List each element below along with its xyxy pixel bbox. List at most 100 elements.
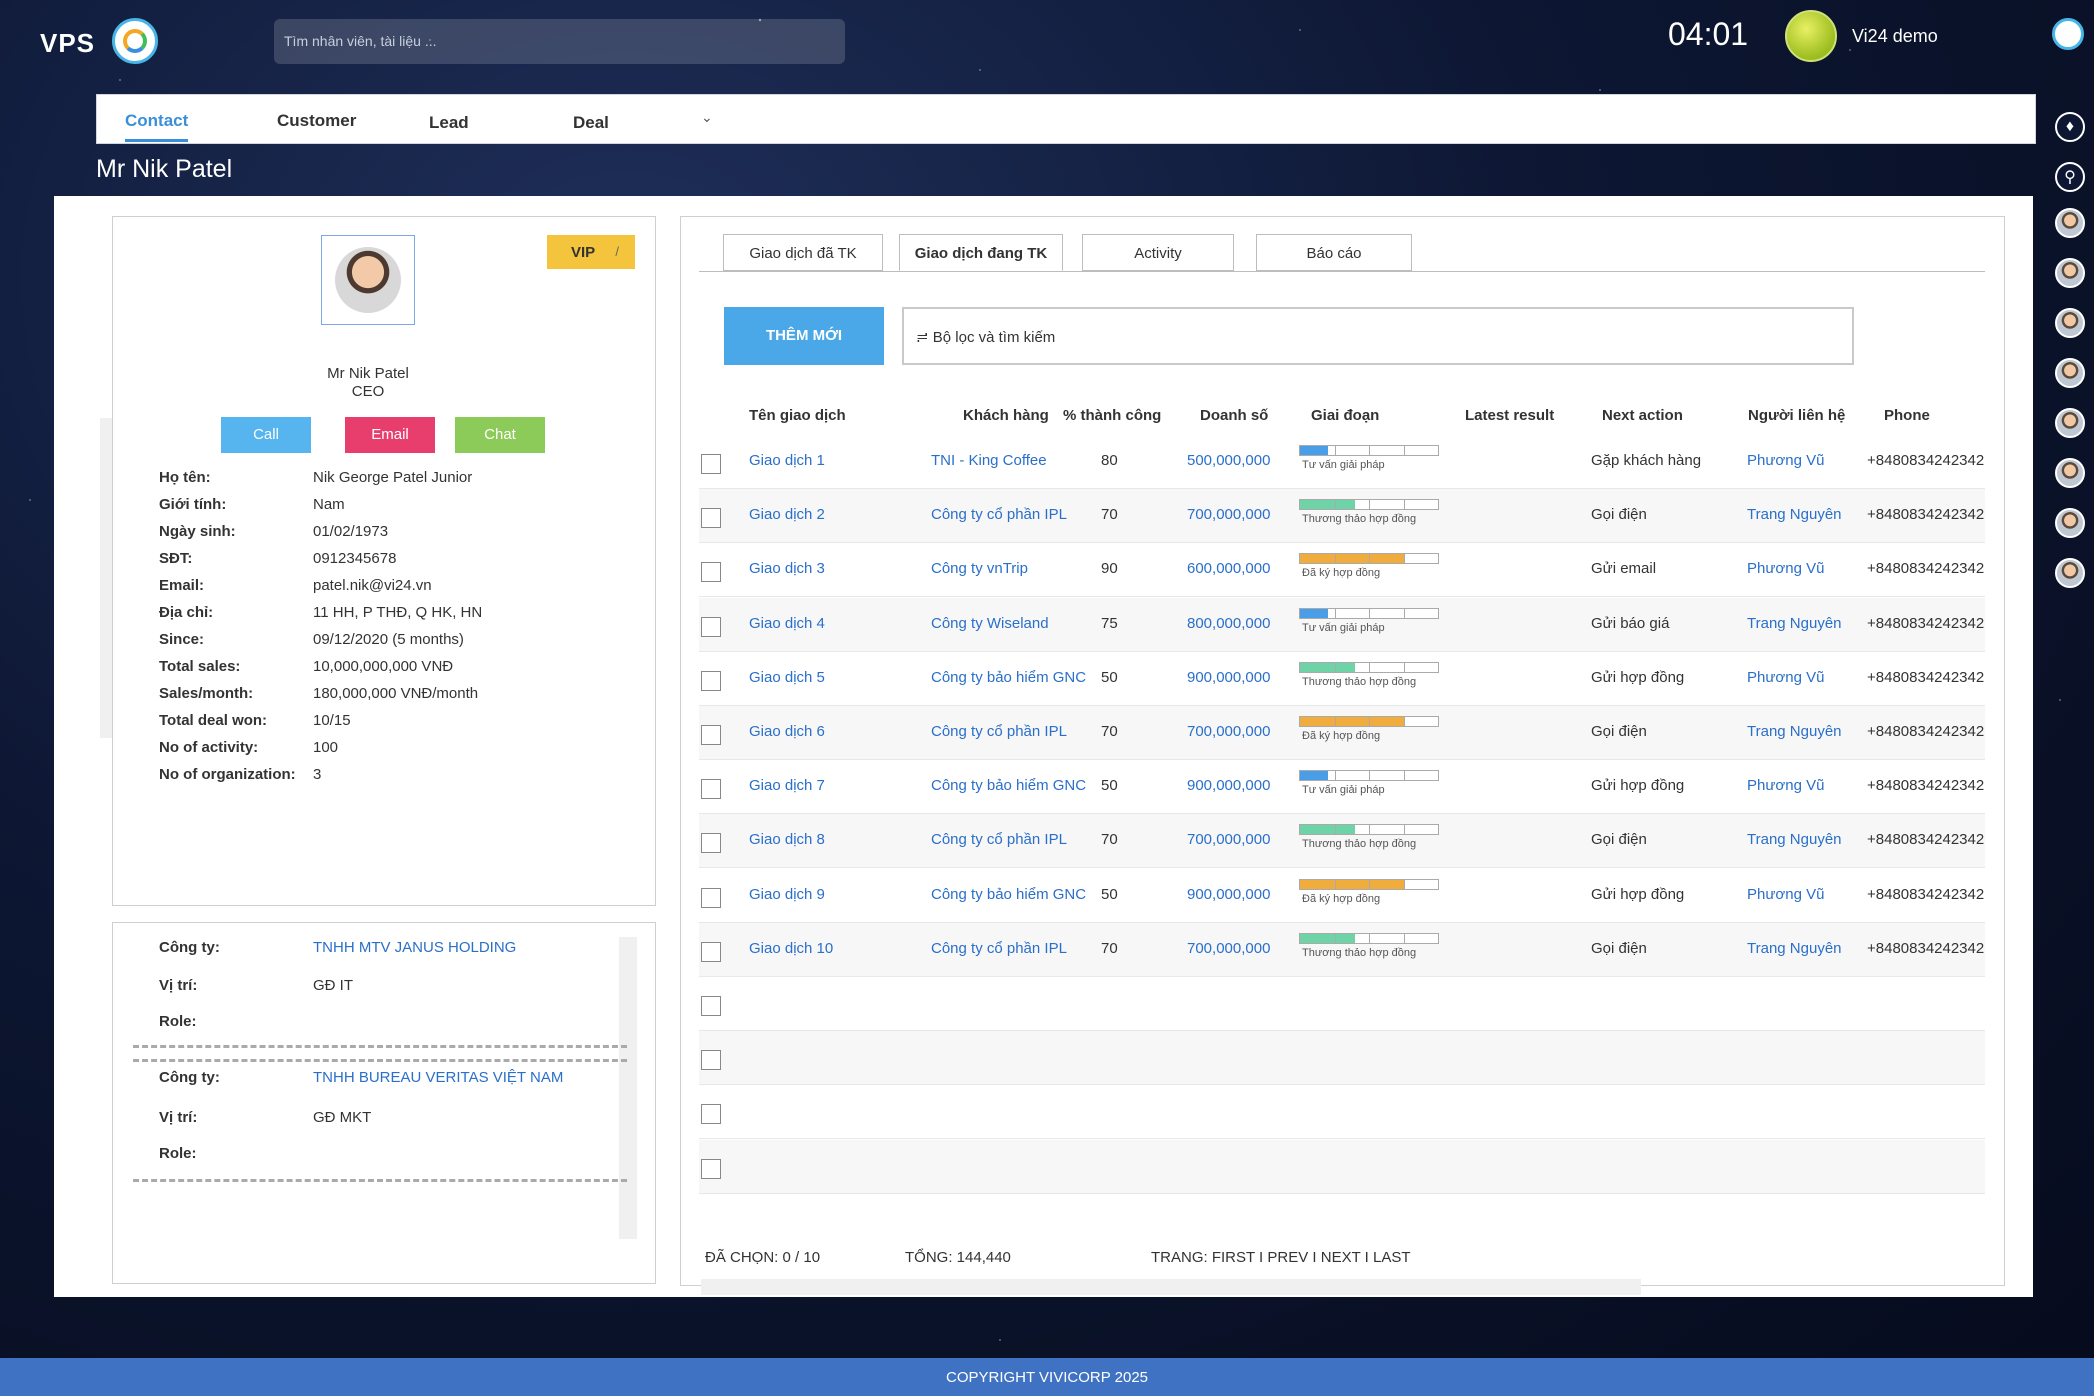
search-icon[interactable]: ⚲ [2055,162,2085,192]
tab-activity[interactable]: Activity [1082,234,1234,271]
app-switch-icon[interactable] [2052,18,2084,50]
org-company-link[interactable]: TNHH MTV JANUS HOLDING [313,939,633,956]
row-checkbox[interactable] [701,1050,721,1071]
contact-person-link[interactable]: Phương Vũ [1747,886,1824,903]
deal-name-link[interactable]: Giao dịch 4 [749,615,825,632]
customer-link[interactable]: Công ty cổ phần IPL [931,506,1067,523]
column-header[interactable]: % thành công [1063,407,1161,424]
chevron-down-icon[interactable]: ⌄ [701,109,713,126]
avatar[interactable] [2055,208,2085,238]
contact-person-link[interactable]: Trang Nguyên [1747,615,1842,632]
contact-person-link[interactable]: Trang Nguyên [1747,506,1842,523]
column-header[interactable]: Phone [1884,407,1930,424]
column-header[interactable]: Khách hàng [963,407,1049,424]
table-row[interactable]: Giao dịch 6 Công ty cổ phần IPL 70 700,000,… [699,706,1985,760]
tab-report[interactable]: Báo cáo [1256,234,1412,271]
table-row[interactable]: Giao dịch 8 Công ty cổ phần IPL 70 700,000,… [699,814,1985,869]
customer-link[interactable]: Công ty Wiseland [931,615,1049,632]
phone-number[interactable]: +8480834242342 [1867,777,1984,794]
deal-name-link[interactable]: Giao dịch 2 [749,506,825,523]
column-header[interactable]: Giai đoạn [1311,407,1379,424]
deal-name-link[interactable]: Giao dịch 7 [749,777,825,794]
deal-name-link[interactable]: Giao dịch 8 [749,831,825,848]
contact-person-link[interactable]: Phương Vũ [1747,777,1824,794]
phone-number[interactable]: +8480834242342 [1867,452,1984,469]
row-checkbox[interactable] [701,454,721,474]
tab-contact[interactable]: Contact [125,111,189,142]
deal-name-link[interactable]: Giao dịch 6 [749,723,825,740]
table-row[interactable] [699,1085,1985,1140]
row-checkbox[interactable] [701,508,721,529]
deal-name-link[interactable]: Giao dịch 1 [749,452,825,469]
contact-person-link[interactable]: Phương Vũ [1747,669,1824,686]
user-avatar[interactable] [1785,10,1837,62]
tab-deal[interactable]: Deal [573,113,609,133]
avatar[interactable] [2055,408,2085,438]
phone-number[interactable]: +8480834242342 [1867,669,1984,686]
deal-name-link[interactable]: Giao dịch 10 [749,940,833,957]
row-checkbox[interactable] [701,725,721,745]
edit-icon[interactable]: / [615,244,619,259]
table-row[interactable]: Giao dịch 2 Công ty cổ phần IPL 70 700,000,… [699,489,1985,544]
phone-number[interactable]: +8480834242342 [1867,615,1984,632]
tab-deals-done[interactable]: Giao dịch đã TK [723,234,883,271]
chat-button[interactable]: Chat [455,417,545,453]
contact-person-link[interactable]: Phương Vũ [1747,560,1824,577]
call-button[interactable]: Call [221,417,311,453]
row-checkbox[interactable] [701,779,721,800]
column-header[interactable]: Người liên hệ [1748,407,1845,424]
row-checkbox[interactable] [701,887,721,908]
customer-link[interactable]: Công ty vnTrip [931,560,1028,577]
contact-person-link[interactable]: Trang Nguyên [1747,940,1842,957]
column-header[interactable]: Latest result [1465,407,1554,424]
pagination[interactable]: TRANG: FIRST I PREV I NEXT I LAST [1151,1249,1411,1266]
email-button[interactable]: Email [345,417,435,453]
phone-number[interactable]: +8480834242342 [1867,831,1984,848]
column-header[interactable]: Tên giao dịch [749,407,846,424]
column-header[interactable]: Doanh số [1200,407,1268,424]
filter-search-input[interactable]: ≓ Bộ lọc và tìm kiếm [902,307,1854,365]
contact-person-link[interactable]: Trang Nguyên [1747,723,1842,740]
deal-name-link[interactable]: Giao dịch 5 [749,669,825,686]
phone-number[interactable]: +8480834242342 [1867,560,1984,577]
avatar[interactable] [2055,558,2085,588]
tab-customer[interactable]: Customer [277,111,356,131]
row-checkbox[interactable] [701,996,721,1016]
column-header[interactable]: Next action [1602,407,1683,424]
phone-number[interactable]: +8480834242342 [1867,886,1984,903]
phone-number[interactable]: +8480834242342 [1867,940,1984,957]
avatar[interactable] [2055,458,2085,488]
row-checkbox[interactable] [701,1104,721,1125]
avatar[interactable] [2055,508,2085,538]
table-row[interactable] [699,977,1985,1031]
bell-icon[interactable]: ♦ [2055,112,2085,142]
add-new-button[interactable]: THÊM MỚI [724,307,884,365]
customer-link[interactable]: Công ty bảo hiểm GNC [931,669,1086,686]
user-name[interactable]: Vi24 demo [1852,26,1938,47]
deal-name-link[interactable]: Giao dịch 9 [749,886,825,903]
phone-number[interactable]: +8480834242342 [1867,506,1984,523]
customer-link[interactable]: TNI - King Coffee [931,452,1047,469]
table-row[interactable]: Giao dịch 9 Công ty bảo hiểm GNC 50 900,000… [699,869,1985,923]
horizontal-scrollbar[interactable] [701,1279,1641,1295]
avatar[interactable] [2055,358,2085,388]
contact-person-link[interactable]: Trang Nguyên [1747,831,1842,848]
org-company-link[interactable]: TNHH BUREAU VERITAS VIỆT NAM [313,1069,633,1086]
search-input[interactable]: Tìm nhân viên, tài liệu ... [274,19,845,64]
customer-link[interactable]: Công ty cổ phần IPL [931,940,1067,957]
table-row[interactable]: Giao dịch 7 Công ty bảo hiểm GNC 50 900,000… [699,760,1985,815]
tab-deals-in-progress[interactable]: Giao dịch đang TK [899,234,1063,271]
row-checkbox[interactable] [701,616,721,637]
row-checkbox[interactable] [701,833,721,854]
table-row[interactable] [699,1031,1985,1086]
table-row[interactable]: Giao dịch 10 Công ty cổ phần IPL 70 700,000… [699,922,1985,977]
table-row[interactable]: Giao dịch 5 Công ty bảo hiểm GNC 50 900,000… [699,652,1985,706]
table-row[interactable]: Giao dịch 3 Công ty vnTrip 90 600,000,000 Đã… [699,543,1985,598]
customer-link[interactable]: Công ty bảo hiểm GNC [931,777,1086,794]
row-checkbox[interactable] [701,1158,721,1179]
table-row[interactable]: Giao dịch 1 TNI - King Coffee 80 500,000,00… [699,435,1985,489]
customer-link[interactable]: Công ty bảo hiểm GNC [931,886,1086,903]
deal-name-link[interactable]: Giao dịch 3 [749,560,825,577]
phone-number[interactable]: +8480834242342 [1867,723,1984,740]
table-row[interactable]: Giao dịch 4 Công ty Wiseland 75 800,000,000… [699,597,1985,652]
